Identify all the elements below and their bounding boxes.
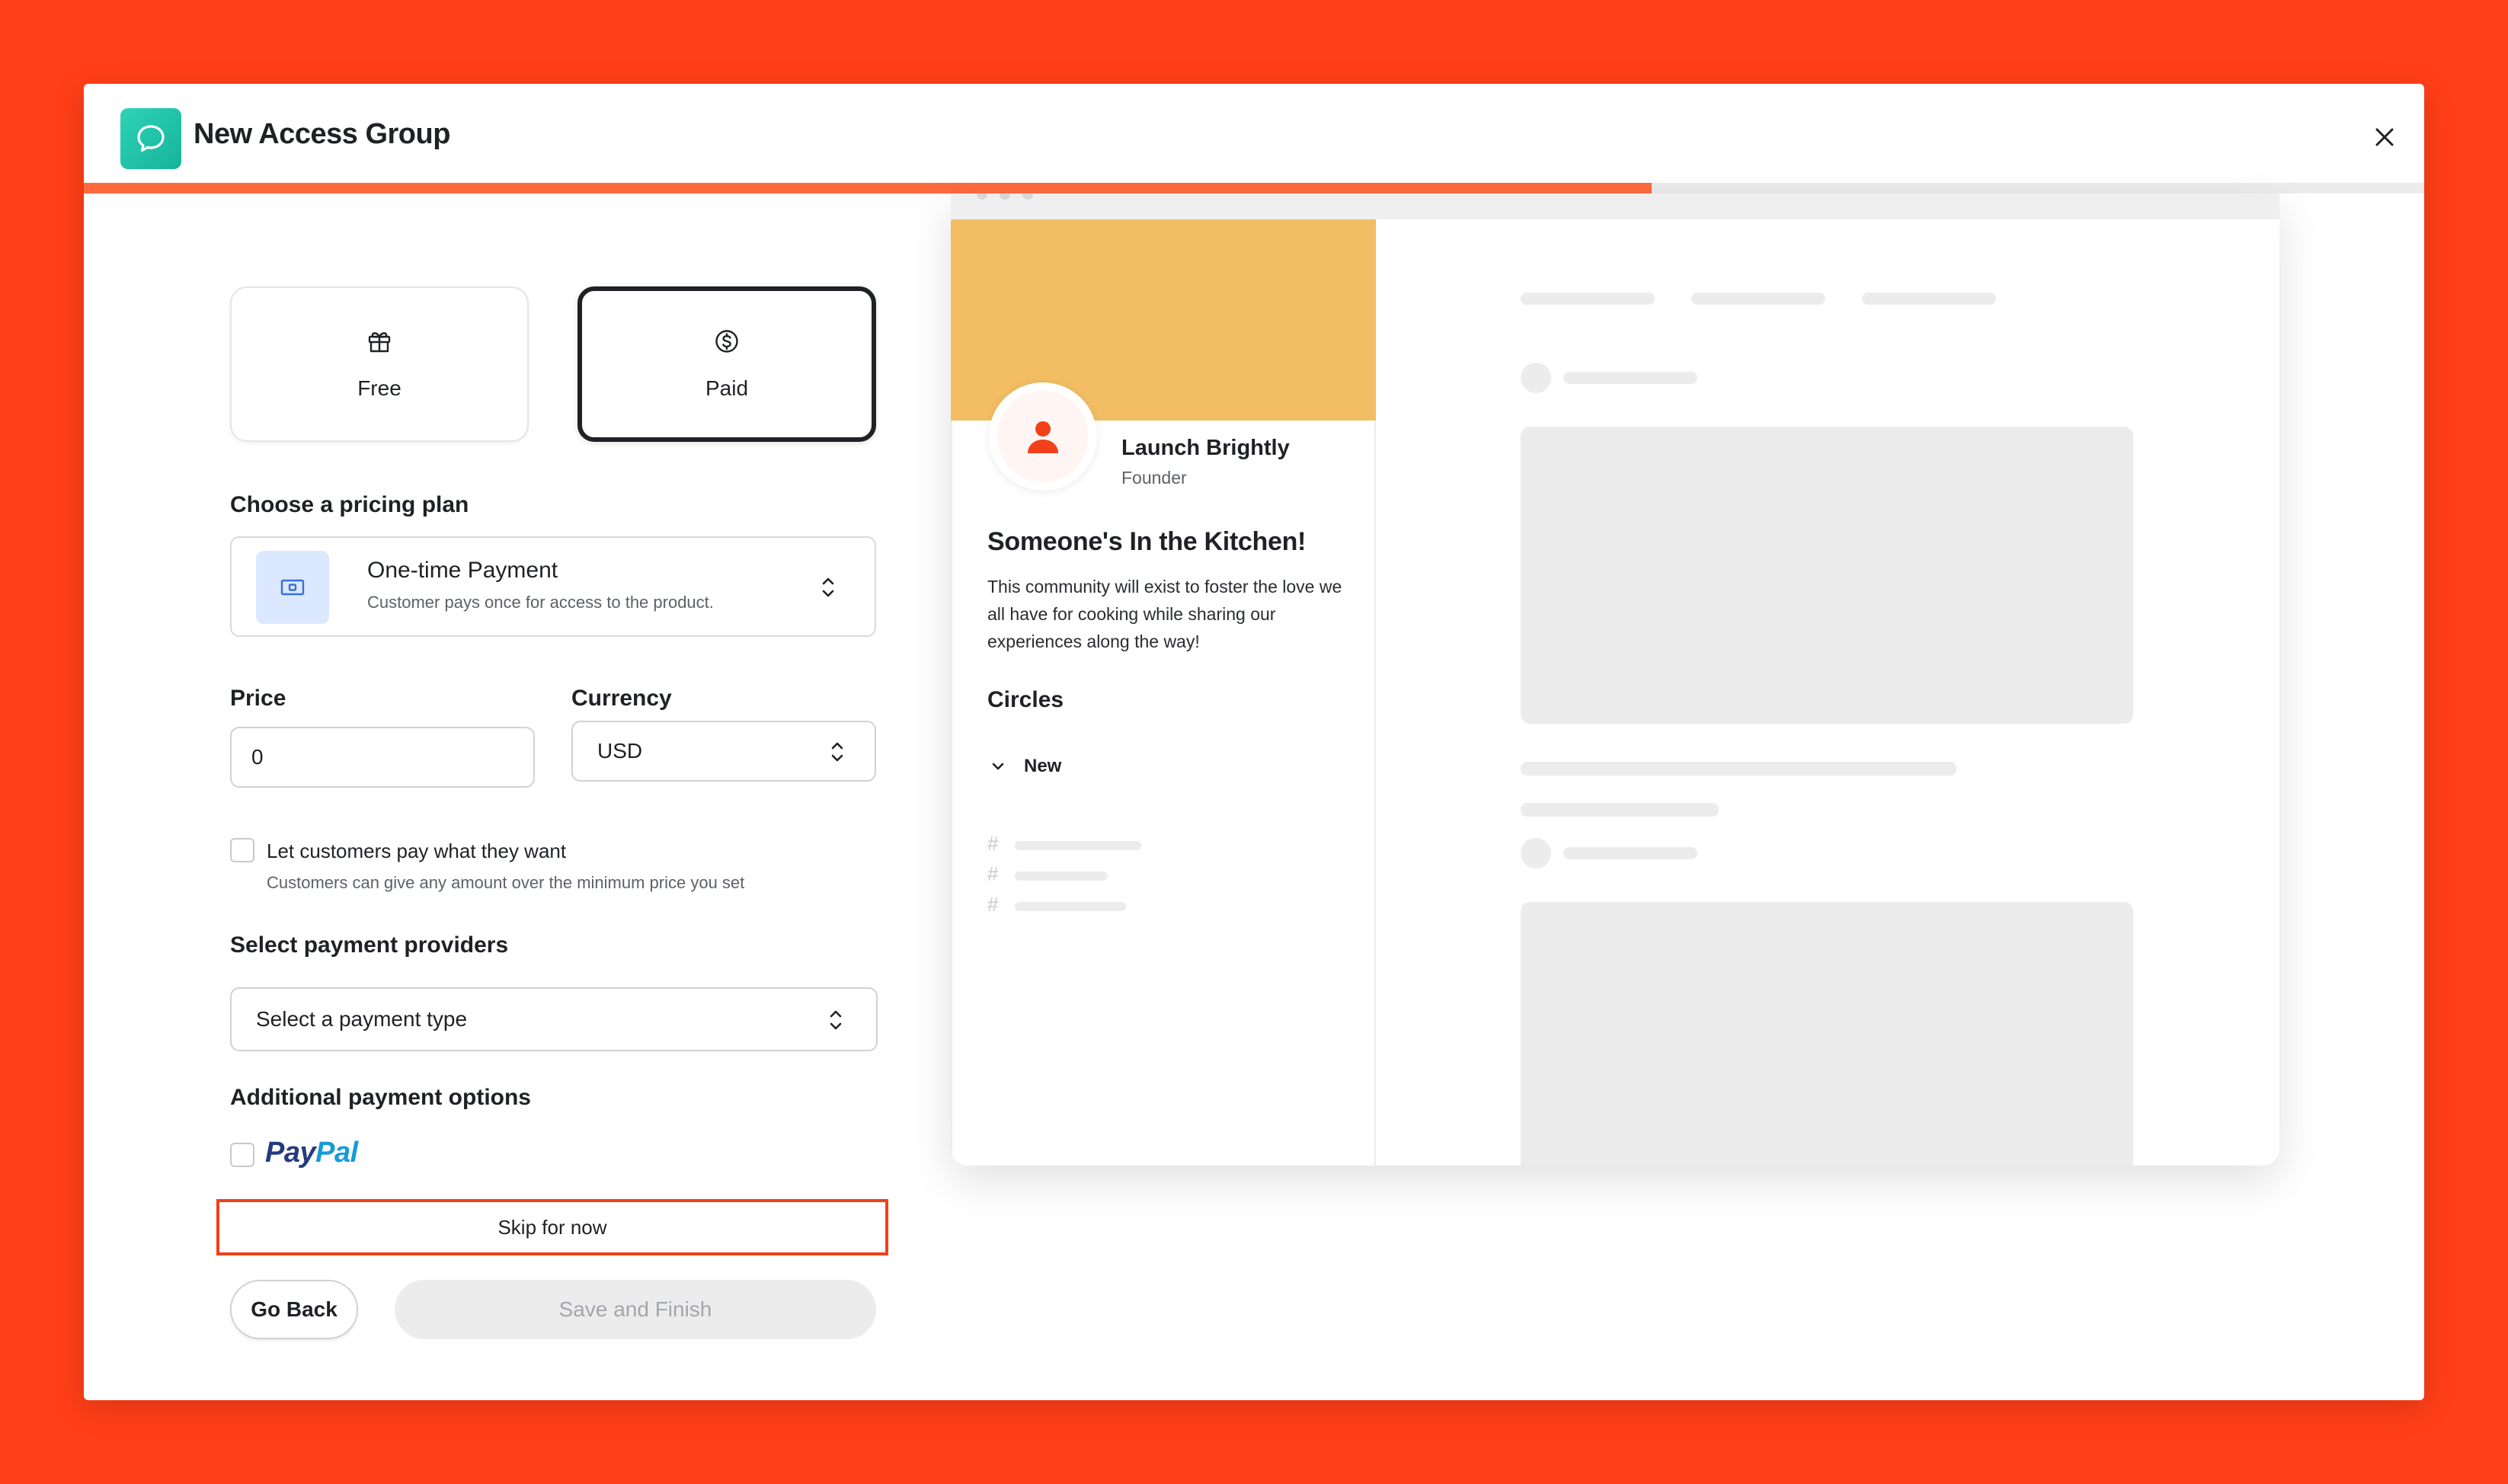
skeleton-nav (1691, 293, 1825, 305)
pricing-plan-select[interactable]: One-time Payment Customer pays once for … (230, 536, 876, 637)
chat-bubble-icon (120, 108, 181, 169)
currency-value: USD (597, 739, 643, 763)
close-icon[interactable] (2369, 122, 2400, 152)
skeleton-avatar (1521, 838, 1551, 868)
preview-window-bar (951, 193, 2279, 219)
free-option-card[interactable]: Free (230, 286, 529, 442)
profile-name: Launch Brightly (1121, 436, 1290, 460)
chevron-down-icon (989, 757, 1007, 779)
skeleton-line (1521, 762, 1956, 776)
chevron-up-down-icon (829, 739, 846, 765)
payment-providers-label: Select payment providers (230, 932, 509, 958)
payment-type-placeholder: Select a payment type (256, 1007, 468, 1031)
dollar-coin-icon (714, 328, 740, 358)
community-description: This community will exist to foster the … (987, 577, 1342, 651)
community-preview: Launch Brightly Founder Someone's In the… (951, 193, 2279, 1166)
skeleton-line (1015, 872, 1108, 881)
skeleton-line (1563, 847, 1697, 859)
skeleton-nav (1521, 293, 1655, 305)
free-option-label: Free (357, 376, 401, 400)
window-dot (977, 193, 987, 200)
skeleton-avatar (1521, 363, 1551, 393)
circles-heading: Circles (987, 687, 1064, 712)
pricing-plan-title: One-time Payment (367, 558, 558, 583)
skeleton-card (1521, 427, 2133, 724)
skeleton-card (1521, 902, 2133, 1166)
window-dot (1022, 193, 1033, 200)
pricing-plan-description: Customer pays once for access to the pro… (367, 593, 714, 612)
hash-icon: # (987, 893, 999, 916)
paid-option-card[interactable]: Paid (577, 286, 876, 442)
price-label: Price (230, 686, 286, 711)
progress-bar (84, 183, 2424, 193)
go-back-button[interactable]: Go Back (230, 1280, 358, 1339)
avatar (989, 382, 1097, 491)
access-group-form: Free Paid Choose a pricing plan One-time… (84, 193, 998, 1400)
modal-header: New Access Group (84, 84, 2424, 189)
currency-select[interactable]: USD (571, 721, 876, 782)
skeleton-line (1015, 902, 1126, 911)
pay-what-they-want-label: Let customers pay what they want (267, 840, 567, 862)
skeleton-line (1563, 372, 1697, 384)
skeleton-nav (1862, 293, 1996, 305)
currency-label: Currency (571, 686, 672, 711)
skeleton-line (1015, 841, 1141, 850)
circle-group-label: New (1024, 756, 1062, 776)
cash-icon (256, 551, 329, 624)
save-and-finish-button[interactable]: Save and Finish (395, 1280, 876, 1339)
paid-option-label: Paid (705, 376, 749, 400)
paypal-logo: PayPal (265, 1137, 358, 1169)
price-input-value: 0 (251, 745, 264, 769)
hash-icon: # (987, 862, 999, 885)
pay-what-they-want-help: Customers can give any amount over the m… (267, 873, 745, 892)
hash-icon: # (987, 832, 999, 855)
pricing-plan-label: Choose a pricing plan (230, 492, 469, 517)
profile-role: Founder (1121, 468, 1187, 488)
modal-title: New Access Group (194, 118, 450, 150)
price-input[interactable]: 0 (230, 727, 535, 788)
window-dot (1000, 193, 1010, 200)
chevron-up-down-icon (820, 574, 837, 600)
user-icon (1028, 421, 1058, 453)
progress-fill (84, 183, 1652, 193)
paypal-checkbox[interactable] (230, 1143, 254, 1167)
new-access-group-modal: New Access Group Free Paid Choose a pric… (84, 84, 2424, 1400)
gift-icon (366, 328, 392, 358)
community-title: Someone's In the Kitchen! (987, 527, 1307, 556)
skip-for-now-button[interactable]: Skip for now (216, 1199, 888, 1255)
skeleton-line (1521, 803, 1719, 817)
chevron-up-down-icon (827, 1007, 844, 1033)
payment-type-select[interactable]: Select a payment type (230, 987, 878, 1051)
additional-options-label: Additional payment options (230, 1085, 531, 1110)
pay-what-they-want-checkbox[interactable] (230, 838, 254, 862)
